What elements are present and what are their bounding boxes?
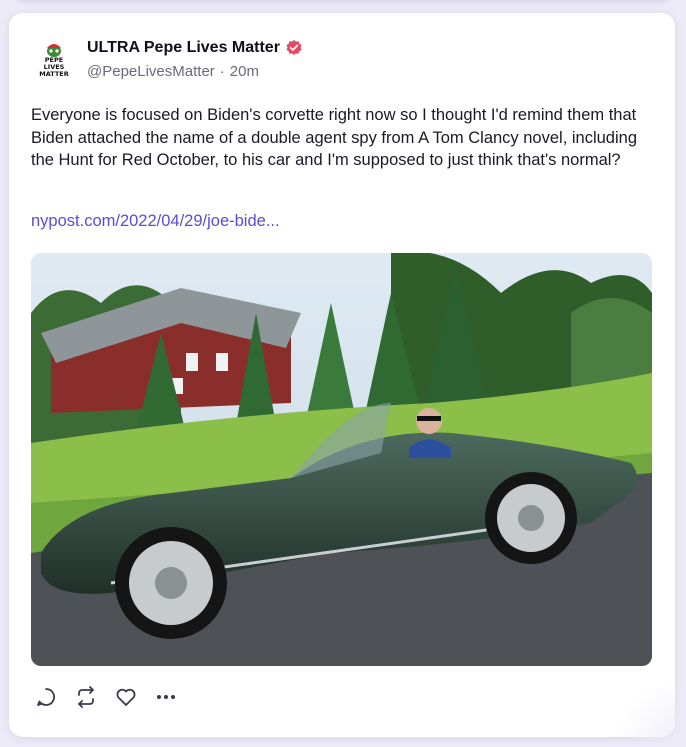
- author-handle[interactable]: @PepeLivesMatter: [87, 63, 215, 80]
- reply-icon[interactable]: [35, 686, 57, 708]
- avatar-text-3: MATTER: [39, 70, 68, 78]
- post-actions: [35, 686, 177, 708]
- author-name[interactable]: ULTRA Pepe Lives Matter: [87, 39, 280, 57]
- verified-badge-icon: [285, 39, 303, 57]
- post-card[interactable]: PEPE LIVES MATTER ULTRA Pepe Lives Matte…: [9, 13, 675, 737]
- corner-shadow: [606, 687, 686, 747]
- more-icon[interactable]: [155, 686, 177, 708]
- like-icon[interactable]: [115, 686, 137, 708]
- author-row: ULTRA Pepe Lives Matter: [87, 39, 303, 57]
- post-body-text: Everyone is focused on Biden's corvette …: [31, 106, 637, 169]
- post-image[interactable]: [31, 253, 652, 666]
- post-time[interactable]: 20m: [230, 63, 259, 80]
- separator-dot: ·: [219, 63, 225, 80]
- post-link[interactable]: nypost.com/2022/04/29/joe-bide...: [31, 212, 280, 231]
- handle-row: @PepeLivesMatter · 20m: [87, 63, 259, 80]
- avatar[interactable]: PEPE LIVES MATTER: [33, 40, 75, 82]
- repost-icon[interactable]: [75, 686, 97, 708]
